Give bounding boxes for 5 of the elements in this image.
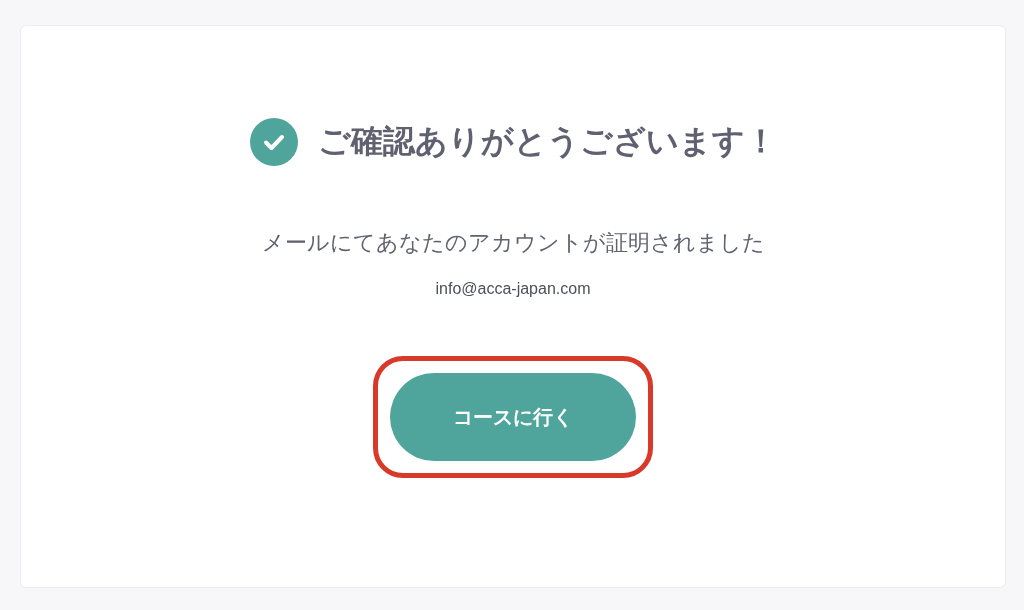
go-to-course-button[interactable]: コースに行く [390, 373, 636, 461]
email-address: info@acca-japan.com [435, 280, 591, 298]
message: メールにてあなたのアカウントが証明されました [261, 229, 765, 257]
title: ご確認ありがとうございます！ [317, 121, 777, 162]
check-icon [249, 118, 298, 166]
